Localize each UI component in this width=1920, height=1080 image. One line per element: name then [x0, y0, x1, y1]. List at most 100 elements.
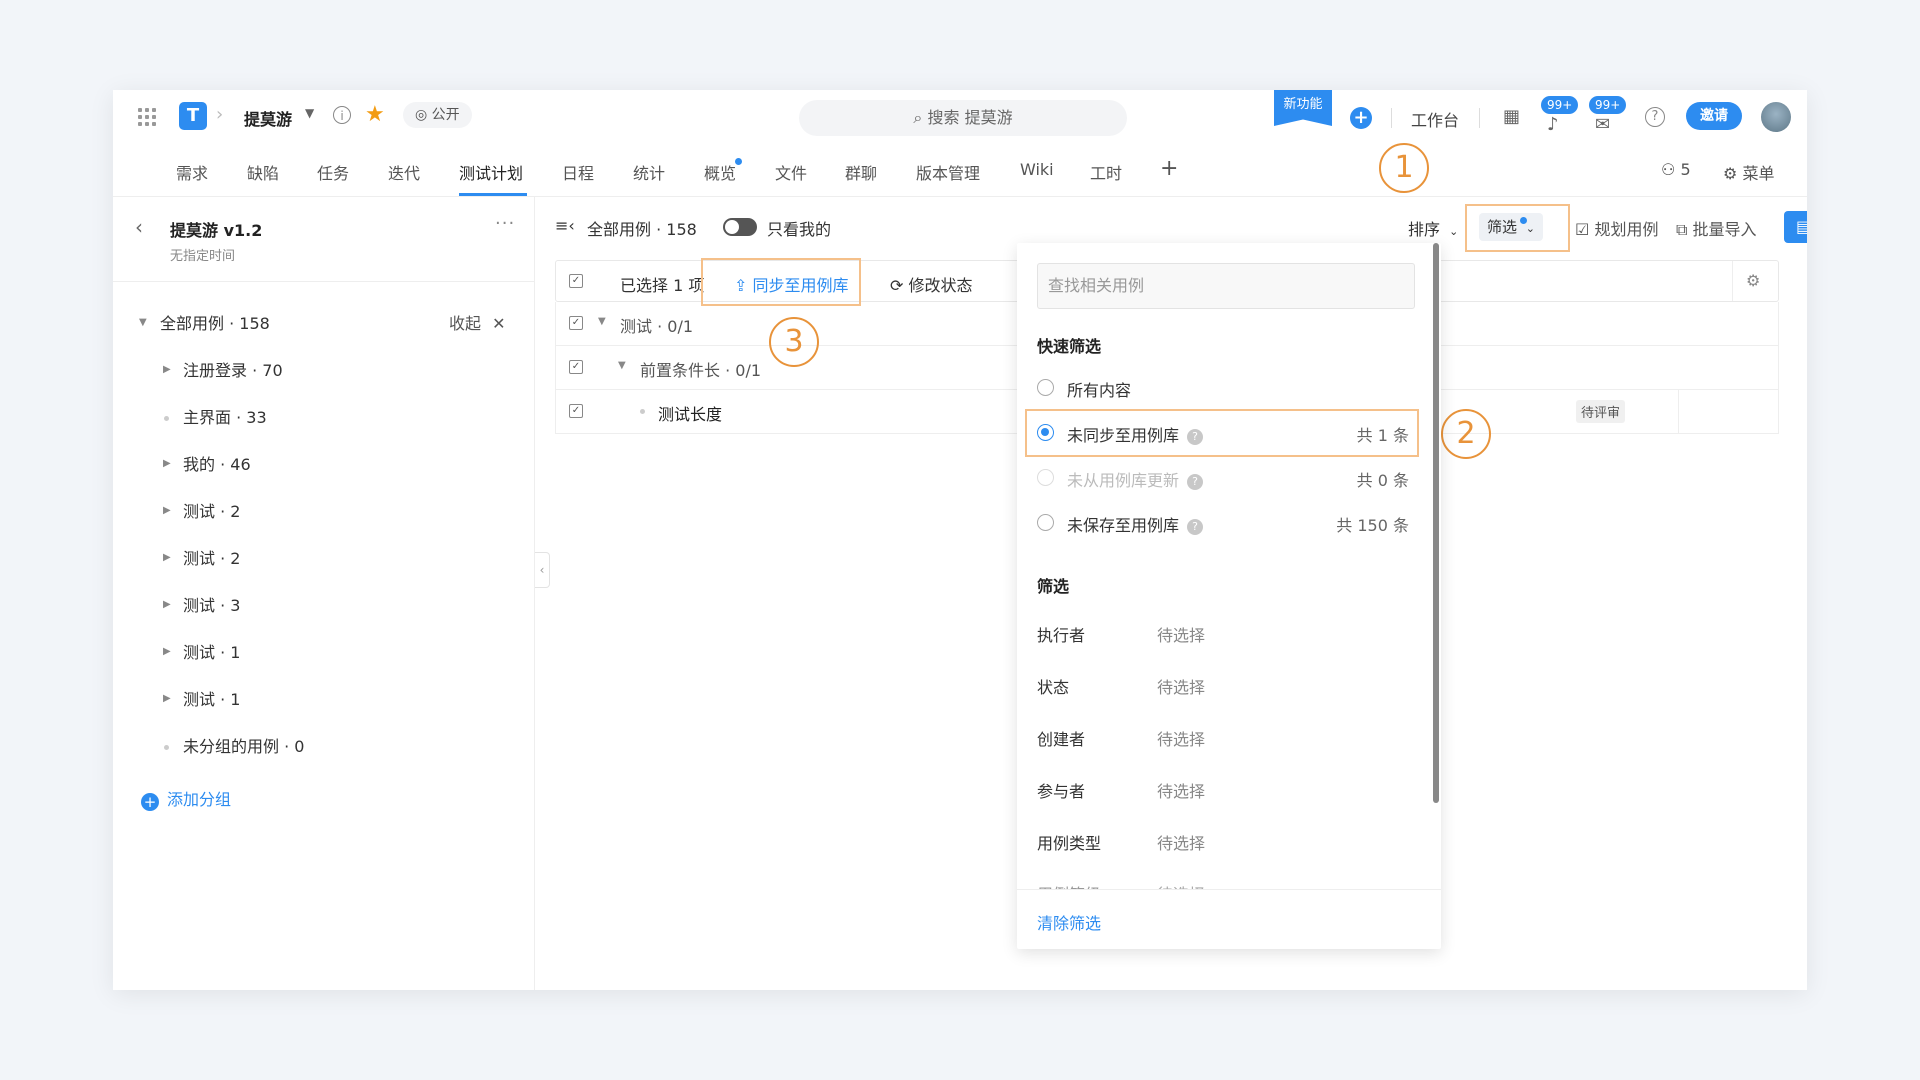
plan-icon: ☑ [1575, 220, 1590, 239]
tab-schedule[interactable]: 日程 [562, 160, 594, 184]
change-status-button[interactable]: ⟳ 修改状态 [890, 272, 973, 296]
tab-worktime[interactable]: 工时 [1090, 160, 1122, 184]
project-logo[interactable]: T [179, 102, 207, 130]
visibility-pill[interactable]: ◎ 公开 [403, 102, 472, 128]
project-name[interactable]: 提莫游 [244, 106, 292, 130]
expand-down-icon[interactable]: ▼ [598, 316, 606, 327]
apps-grid-icon[interactable] [138, 108, 156, 126]
tree-item[interactable]: ▶ 测试 · 3 [113, 592, 534, 622]
menu-button[interactable]: ⚙ 菜单 [1723, 160, 1774, 184]
add-group-button[interactable]: + 添加分组 [141, 786, 231, 811]
question-icon[interactable]: ? [1187, 474, 1204, 490]
expand-right-icon[interactable]: ▶ [163, 505, 171, 516]
global-search-input[interactable]: ⌕ 搜索 提莫游 [799, 100, 1127, 136]
tab-iterations[interactable]: 迭代 [388, 160, 420, 184]
filter-field-value[interactable]: 待选择 [1157, 881, 1205, 889]
expand-right-icon[interactable]: ▶ [163, 599, 171, 610]
leaf-dot [164, 416, 169, 421]
plan-cases-button[interactable]: ☑ 规划用例 [1575, 216, 1658, 240]
back-icon[interactable]: ‹ [135, 215, 143, 239]
tab-files[interactable]: 文件 [775, 160, 807, 184]
tree-item[interactable]: ▶ 测试 · 1 [113, 686, 534, 716]
tree-item[interactable]: ▶ 测试 · 2 [113, 545, 534, 575]
filter-field-value[interactable]: 待选择 [1157, 726, 1205, 750]
tree-item[interactable]: 未分组的用例 · 0 [113, 733, 534, 763]
tree-label: 测试 · 1 [183, 643, 241, 662]
calendar-icon[interactable]: ▦ [1503, 106, 1520, 127]
table-settings-gear-icon[interactable]: ⚙ [1746, 271, 1760, 290]
expand-down-icon[interactable]: ▼ [139, 317, 147, 328]
sort-button[interactable]: 排序 ⌄ [1408, 216, 1458, 240]
row-checkbox[interactable]: ✓ [569, 316, 583, 330]
tab-overview[interactable]: 概览 [704, 160, 736, 184]
filter-field-value[interactable]: 待选择 [1157, 622, 1205, 646]
invite-button[interactable]: 邀请 [1686, 102, 1742, 130]
option-label: 未从用例库更新 [1067, 471, 1180, 490]
new-feature-badge[interactable]: 新功能 [1274, 90, 1332, 126]
status-badge[interactable]: 待评审 [1576, 400, 1626, 423]
add-icon[interactable]: + [1350, 107, 1372, 129]
breadcrumb-separator-icon: › [216, 104, 224, 125]
chevron-down-icon: ⌄ [1449, 225, 1459, 238]
tab-tasks[interactable]: 任务 [317, 160, 349, 184]
only-mine-toggle[interactable] [723, 218, 757, 236]
avatar[interactable] [1761, 102, 1791, 132]
tab-versions[interactable]: 版本管理 [916, 160, 980, 184]
tree-item[interactable]: ▶ 注册登录 · 70 [113, 357, 534, 387]
info-icon[interactable]: i [333, 106, 351, 124]
expand-down-icon[interactable]: ▼ [618, 360, 626, 371]
tab-statistics[interactable]: 统计 [633, 160, 665, 184]
row-checkbox[interactable]: ✓ [569, 360, 583, 374]
clear-filter-button[interactable]: 清除筛选 [1037, 910, 1101, 934]
expand-right-icon[interactable]: ▶ [163, 458, 171, 469]
filter-field-value[interactable]: 待选择 [1157, 830, 1205, 854]
expand-right-icon[interactable]: ▶ [163, 364, 171, 375]
filter-field-value[interactable]: 待选择 [1157, 674, 1205, 698]
tab-group-chat[interactable]: 群聊 [845, 160, 877, 184]
row-checkbox[interactable]: ✓ [569, 404, 583, 418]
tree-item[interactable]: ▶ 测试 · 1 [113, 639, 534, 669]
filter-field-value[interactable]: 待选择 [1157, 778, 1205, 802]
test-plan-sidebar: ‹ 提莫游 v1.2 无指定时间 ··· ▼ 全部用例 · 158 收起 ✕ ▶… [113, 197, 535, 990]
filter-field-label: 用例类型 [1037, 834, 1102, 853]
tree-root-all-cases[interactable]: ▼ 全部用例 · 158 收起 ✕ [113, 310, 534, 340]
question-icon[interactable]: ? [1187, 519, 1204, 535]
tab-test-plan[interactable]: 测试计划 [459, 160, 523, 184]
tree-item[interactable]: 主界面 · 33 [113, 404, 534, 434]
help-icon[interactable]: ? [1645, 107, 1665, 127]
radio-button[interactable] [1037, 469, 1054, 486]
collapse-all-button[interactable]: 收起 ✕ [449, 310, 506, 334]
expand-right-icon[interactable]: ▶ [163, 693, 171, 704]
workbench-link[interactable]: 工作台 [1411, 107, 1459, 131]
tree-item[interactable]: ▶ 测试 · 2 [113, 498, 534, 528]
quick-filter-option-unsaved[interactable]: 未保存至用例库? 共 150 条 [1037, 508, 1413, 538]
select-all-checkbox[interactable]: ✓ [569, 274, 583, 288]
list-toggle-icon[interactable]: ≡‹ [555, 216, 575, 235]
panel-scrollbar[interactable] [1433, 243, 1439, 803]
tab-requirements[interactable]: 需求 [176, 160, 208, 184]
expand-right-icon[interactable]: ▶ [163, 646, 171, 657]
caret-down-icon[interactable]: ▼ [305, 106, 314, 120]
expand-right-icon[interactable]: ▶ [163, 552, 171, 563]
active-tab-indicator [459, 193, 527, 196]
star-icon[interactable]: ★ [365, 102, 385, 127]
create-case-button[interactable]: ▤ 创建用例 [1784, 211, 1807, 364]
case-title[interactable]: 测试长度 [658, 401, 722, 425]
tab-defects[interactable]: 缺陷 [247, 160, 279, 184]
filter-section-title: 筛选 [1037, 577, 1070, 596]
divider [1391, 108, 1392, 128]
members-button[interactable]: ⚇ 5 [1661, 160, 1691, 179]
radio-button[interactable] [1037, 514, 1054, 531]
radio-button[interactable] [1037, 379, 1054, 396]
more-icon[interactable]: ··· [495, 213, 515, 234]
message-button[interactable]: 99+ ✉ [1589, 96, 1627, 135]
notification-button[interactable]: 99+ ♪ [1541, 96, 1579, 135]
add-tab-icon[interactable]: + [1160, 156, 1178, 181]
tab-wiki[interactable]: Wiki [1020, 160, 1054, 179]
tree-item[interactable]: ▶ 我的 · 46 [113, 451, 534, 481]
divider [1732, 261, 1733, 301]
batch-import-button[interactable]: ⧉ 批量导入 [1676, 216, 1757, 240]
quick-filter-option-not-updated[interactable]: 未从用例库更新? 共 0 条 [1037, 463, 1413, 493]
filter-search-input[interactable]: 查找相关用例 [1037, 263, 1415, 309]
quick-filter-option-all[interactable]: 所有内容 [1037, 373, 1413, 403]
